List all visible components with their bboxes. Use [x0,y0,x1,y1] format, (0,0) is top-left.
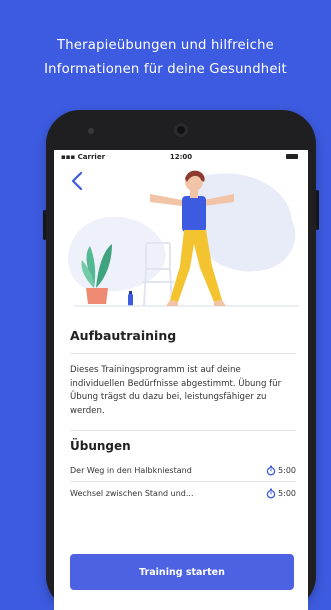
phone-screen: ▪▪▪ Carrier 12:00 Aufbautraining Dieses … [54,150,308,610]
program-description: Dieses Trainingsprogramm ist auf deine i… [70,365,282,416]
phone-volume-button [43,210,46,240]
hero-illustration [54,166,308,316]
chevron-left-icon [71,171,83,191]
back-button[interactable] [68,170,88,192]
promo-headline-line-1: Therapieübungen und hilfreiche [57,38,274,53]
battery-icon [286,154,298,159]
exercise-duration: 5:00 [266,488,296,499]
stopwatch-icon [266,465,276,476]
exercise-duration-label: 5:00 [278,488,296,498]
exercise-name: Der Weg in den Halbkniestand [70,465,192,475]
exercise-duration-label: 5:00 [278,465,296,475]
phone-power-button [316,190,319,230]
cta-area: Training starten [54,542,308,610]
exercise-row[interactable]: Der Weg in den Halbkniestand 5:00 [70,459,296,481]
exercises-section-title: Übungen [70,439,131,454]
exercise-duration: 5:00 [266,465,296,476]
promo-headline: Therapieübungen und hilfreiche Informati… [0,34,331,82]
start-training-button[interactable]: Training starten [70,554,294,590]
stopwatch-icon [266,488,276,499]
program-title: Aufbautraining [70,328,177,343]
phone-mockup: ▪▪▪ Carrier 12:00 Aufbautraining Dieses … [43,110,319,610]
status-bar: ▪▪▪ Carrier 12:00 [54,150,308,166]
phone-speaker [88,128,94,134]
promo-headline-line-2: Informationen für deine Gesundheit [44,62,287,77]
exercise-name: Wechsel zwischen Stand und... [70,488,194,498]
status-time: 12:00 [169,153,193,161]
phone-camera [174,123,188,137]
exercise-row[interactable]: Wechsel zwischen Stand und... 5:00 [70,482,296,504]
detail-content: Aufbautraining Dieses Trainingsprogramm … [70,318,296,504]
